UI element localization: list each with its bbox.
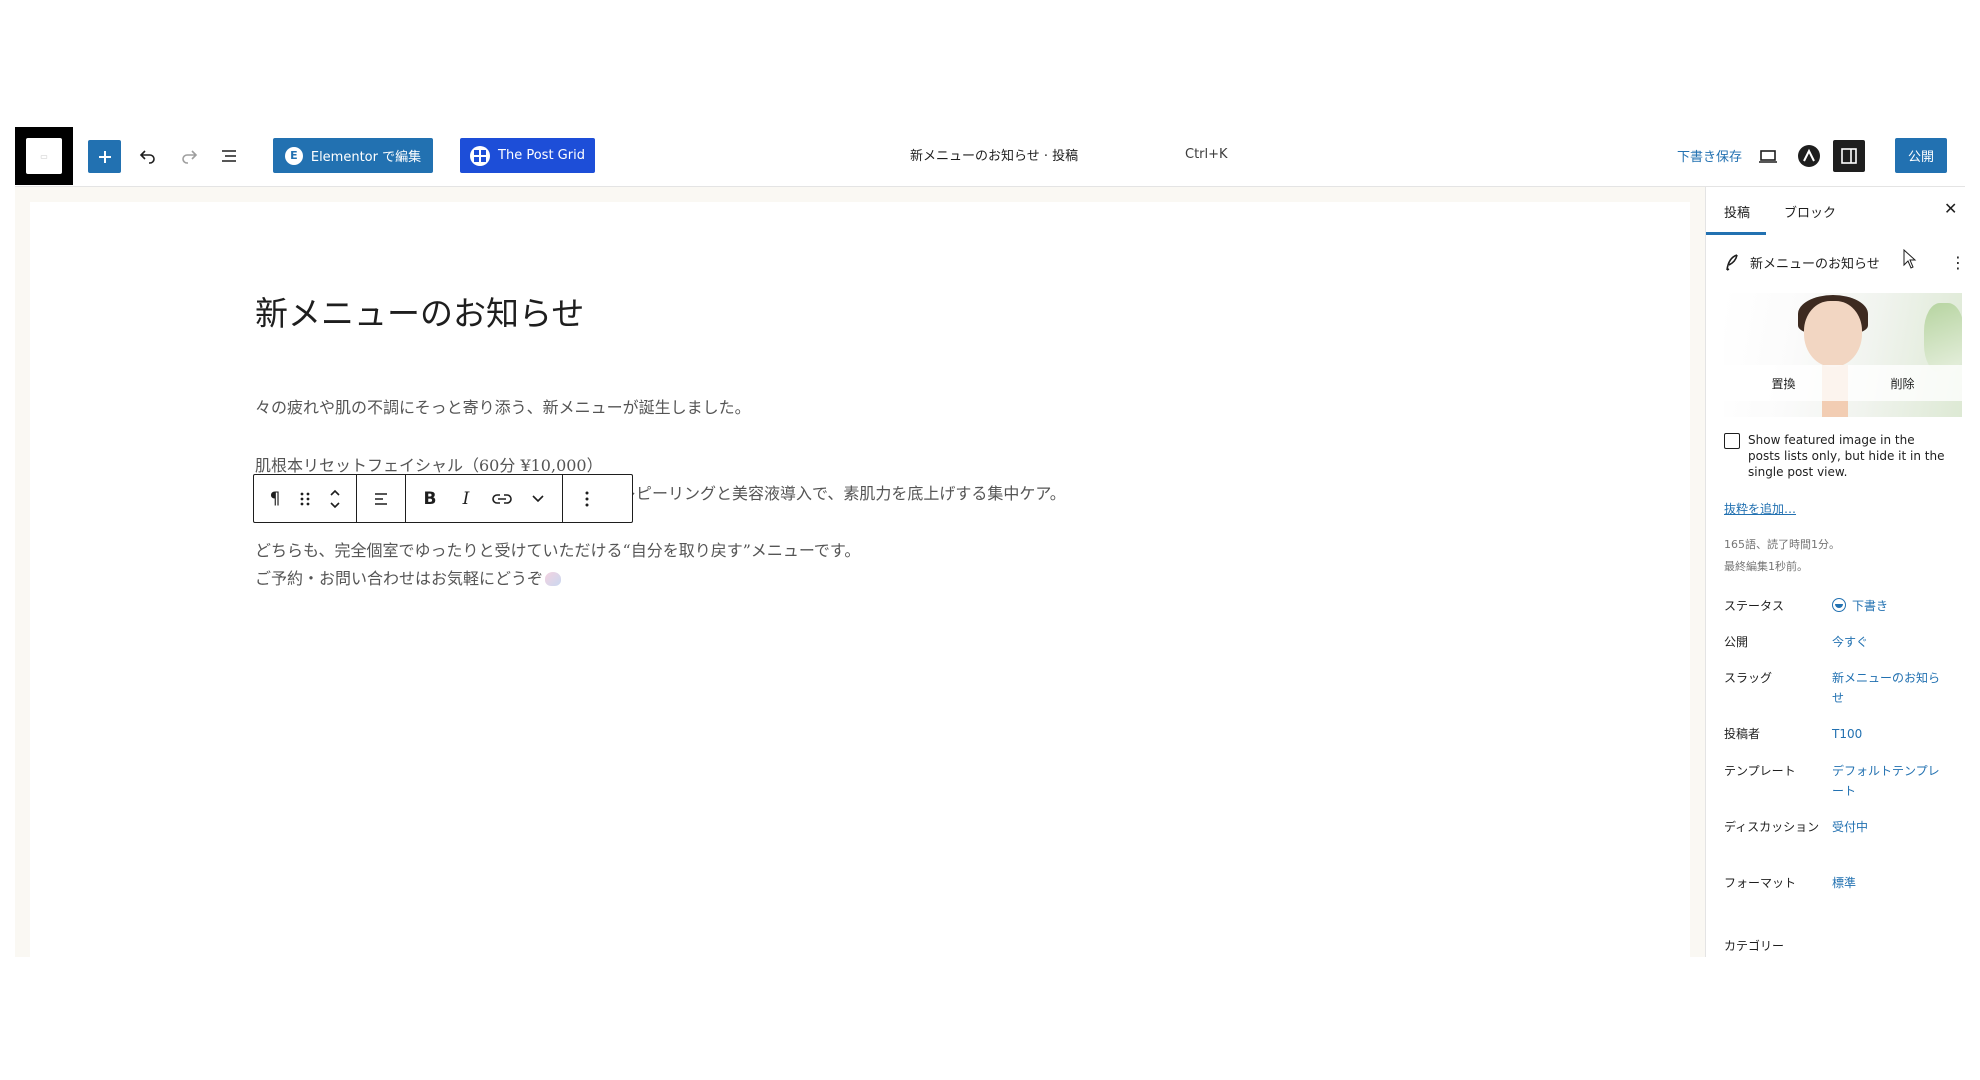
format-value[interactable]: 標準 [1832,873,1950,893]
editor-header: ▭ E Elementor で編集 The Post Grid 新メニューのお知… [15,127,1965,187]
featured-image[interactable]: 置換 削除 [1724,293,1962,417]
add-excerpt-link[interactable]: 抜粋を追加… [1724,500,1796,517]
link-icon[interactable] [484,476,520,521]
drag-handle-icon[interactable] [290,476,320,521]
close-icon[interactable]: ✕ [1944,199,1957,218]
post-title[interactable]: 新メニューのお知らせ [255,287,584,335]
add-block-button[interactable] [88,140,121,173]
document-overview-button[interactable] [213,140,245,172]
tab-block[interactable]: ブロック [1784,202,1836,221]
status-value[interactable]: 下書き [1832,596,1950,616]
post-actions-icon[interactable]: ⋮ [1950,253,1966,272]
plus-icon [98,150,111,163]
show-featured-label[interactable]: Show featured image in the posts lists o… [1748,432,1949,480]
status-value-text: 下書き [1852,599,1889,613]
post-feather-icon [1726,253,1738,271]
author-label: 投稿者 [1724,727,1761,741]
bold-button[interactable]: B [412,476,448,521]
paragraph-block[interactable]: どちらも、完全個室でゆったりと受けていただける“自分を取り戻す”メニューです。 [255,537,860,561]
astra-icon [1798,145,1820,167]
redo-icon [182,150,198,164]
format-label: フォーマット [1724,876,1797,890]
template-label: テンプレート [1724,764,1796,778]
paragraph-block[interactable]: ご予約・お問い合わせはお気軽にどうぞ [255,565,562,589]
chevron-down-icon[interactable] [520,476,556,521]
edit-with-elementor-button[interactable]: E Elementor で編集 [273,138,433,173]
settings-sidebar-toggle[interactable] [1833,140,1865,172]
template-value[interactable]: デフォルトテンプレート [1832,761,1950,801]
featured-image-actions: 置換 削除 [1724,365,1962,401]
undo-button[interactable] [132,140,164,172]
alignment-group [357,475,406,522]
discussion-label: ディスカッション [1724,820,1820,834]
publish-value[interactable]: 今すぐ [1832,632,1950,652]
word-count: 165語、読了時間1分。 [1724,538,1840,551]
slug-label: スラッグ [1724,671,1773,685]
formatting-group: B I [406,475,563,522]
last-edited: 最終編集1秒前。 [1724,560,1808,573]
align-left-icon[interactable] [363,476,399,521]
post-grid-button-label: The Post Grid [498,148,585,163]
post-content-area: 新メニューのお知らせ 々の疲れや肌の不調にそっと寄り添う、新メニューが誕生しまし… [30,202,1690,957]
the-post-grid-button[interactable]: The Post Grid [460,138,595,173]
publish-button[interactable]: 公開 [1895,138,1947,173]
author-value[interactable]: T100 [1832,724,1950,744]
draft-status-icon [1832,598,1846,612]
discussion-value[interactable]: 受付中 [1832,817,1950,837]
editor-canvas: 新メニューのお知らせ 々の疲れや肌の不調にそっと寄り添う、新メニューが誕生しまし… [15,187,1705,957]
move-up-down-icon[interactable] [320,476,350,521]
settings-sidebar: 投稿 ブロック ✕ 新メニューのお知らせ ⋮ 置換 削除 Show featur… [1705,187,1966,957]
options-icon[interactable] [569,476,605,521]
desktop-preview-icon [1759,150,1777,163]
categories-section-label[interactable]: カテゴリー [1724,937,1784,954]
block-type-group: ¶ [254,475,357,522]
paragraph-block[interactable]: レピーリングと美容液導入で、素肌力を底上げする集中ケア。 [620,480,1066,504]
paragraph-block[interactable]: 々の疲れや肌の不調にそっと寄り添う、新メニューが誕生しました。 [255,394,751,418]
elementor-button-label: Elementor で編集 [310,150,422,165]
paragraph-block[interactable]: 肌根本リセットフェイシャル（60分 ¥10,000） [255,452,603,476]
document-title[interactable]: 新メニューのお知らせ · 投稿 [910,145,1078,164]
paragraph-icon[interactable]: ¶ [260,476,290,521]
document-overview-icon [222,150,236,162]
save-draft-button[interactable]: 下書き保存 [1677,146,1742,165]
flower-emoji-icon [545,572,562,586]
status-label: ステータス [1724,599,1785,613]
settings-sidebar-icon [1841,148,1857,164]
preview-device-button[interactable] [1752,140,1784,172]
block-toolbar: ¶ B I [253,474,633,523]
paragraph-text: ご予約・お問い合わせはお気軽にどうぞ [255,569,544,588]
slug-value[interactable]: 新メニューのお知らせ [1832,668,1950,708]
redo-button[interactable] [173,140,205,172]
publish-label: 公開 [1724,635,1749,649]
astra-settings-button[interactable] [1793,140,1825,172]
mouse-cursor-icon [1903,249,1917,269]
italic-button[interactable]: I [448,476,484,521]
command-palette-shortcut[interactable]: Ctrl+K [1185,147,1228,162]
sidebar-tabs: 投稿 ブロック ✕ [1706,187,1966,235]
post-summary-header: 新メニューのお知らせ [1724,253,1880,272]
tab-post[interactable]: 投稿 [1724,202,1750,221]
block-options-group [563,475,611,522]
show-featured-option: Show featured image in the posts lists o… [1724,432,1949,480]
active-tab-indicator [1706,232,1766,235]
post-grid-icon [470,145,491,166]
undo-icon [139,150,155,164]
wordpress-logo-icon[interactable]: ▭ [15,127,73,185]
remove-image-button[interactable]: 削除 [1843,365,1962,401]
post-name: 新メニューのお知らせ [1750,257,1880,272]
replace-image-button[interactable]: 置換 [1724,365,1843,401]
show-featured-checkbox[interactable] [1724,433,1740,449]
elementor-icon: E [284,146,303,165]
